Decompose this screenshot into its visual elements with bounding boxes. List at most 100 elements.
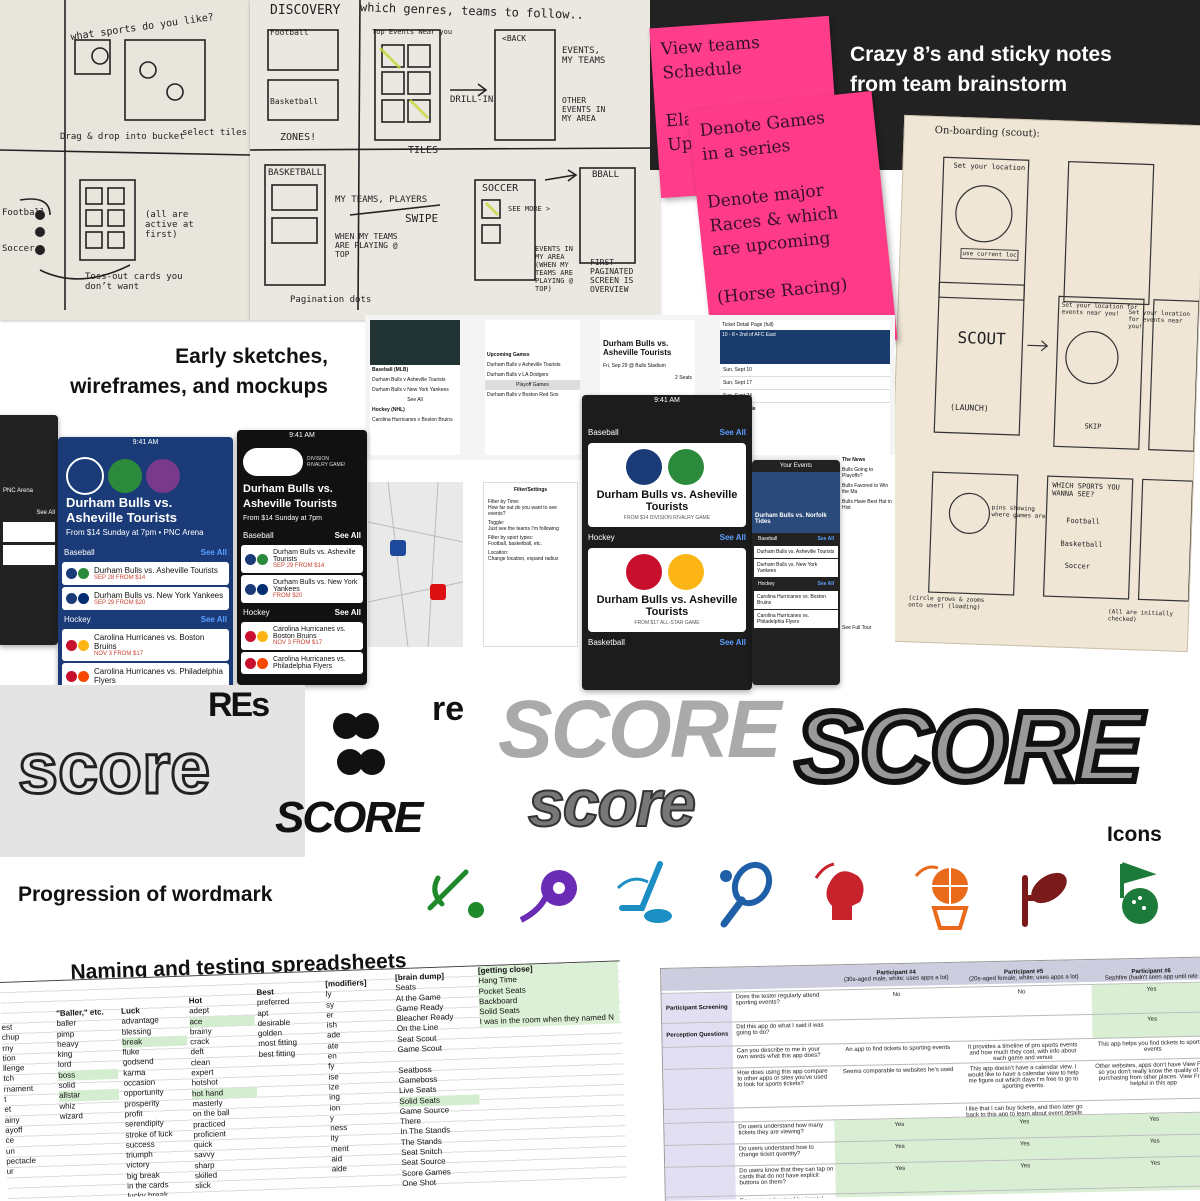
naming-col-4: Best preferred apt desirable golden most fitt… — [256, 986, 323, 1060]
sketch-which-sports: WHICH SPORTS YOU WANNA SEE? — [1052, 481, 1120, 499]
featured-section-basketball: Basketball See All — [582, 635, 752, 650]
wf-see-all[interactable]: See All — [370, 395, 460, 405]
event-card[interactable]: Carolina Hurricanes vs. Boston Bruins NOV… — [62, 629, 229, 661]
ye-row[interactable]: Carolina Hurricanes vs. Boston Bruins — [754, 591, 838, 609]
section-label — [665, 1166, 736, 1198]
see-all-link[interactable]: See All — [201, 548, 227, 557]
black-hero-title: Durham Bulls vs. Asheville Tourists — [243, 483, 337, 510]
naming-cell: One Shot — [402, 1177, 437, 1189]
baseball-icon — [427, 869, 484, 918]
section-label: Perception Questions — [662, 1022, 733, 1048]
event-meta: SEP 28 FROM $14 — [94, 575, 218, 581]
naming-col-5: [modifiers] ly sy er ish ade ate en fy ise ize ing i… — [325, 977, 397, 1175]
event-card[interactable]: Carolina Hurricanes vs. Boston Bruins NOV… — [241, 622, 363, 650]
ye-section-baseball: Baseball See All — [752, 533, 840, 545]
wf-row: Durham Bulls v Asheville Tourists — [372, 377, 446, 383]
ye-row[interactable]: Carolina Hurricanes vs. Philadelphia Fly… — [754, 610, 838, 628]
event-price: FROM $20 — [115, 600, 146, 606]
answer-cell: Seems comparable to websites he’s used — [842, 1066, 954, 1076]
see-all-link[interactable]: See All — [335, 608, 361, 617]
see-all-link[interactable]: See All — [201, 615, 227, 624]
sketch-label-see-more: SEE MORE > — [508, 205, 551, 213]
sketch-football-option: Football — [1066, 516, 1101, 526]
wordmark-re: re — [432, 690, 465, 728]
event-price: FROM $17 — [113, 651, 144, 657]
event-date: SEP 29 — [94, 600, 115, 606]
event-card[interactable]: Durham Bulls vs. New York Yankees FROM $2… — [241, 575, 363, 603]
sketch-label-basketball-caps: BASKETBALL — [268, 168, 323, 178]
see-all-link[interactable]: See All — [720, 428, 746, 437]
see-all-link[interactable]: See All — [818, 536, 835, 542]
see-all-link[interactable]: See All — [818, 581, 835, 587]
sketch-scout: SCOUT — [957, 327, 1007, 349]
naming-cell: lucky break — [127, 1190, 169, 1201]
event-card[interactable]: Durham Bulls vs. New York Yankees SEP 29 … — [62, 587, 229, 610]
sketch-label-zones: ZONES! — [280, 132, 317, 143]
your-events-hero[interactable]: Durham Bulls vs. Norfolk Tides — [752, 472, 840, 533]
sketch-label-when-my-teams: WHEN MY TEAMS ARE PLAYING @ TOP — [335, 232, 398, 259]
sketch-label-football: Football — [270, 28, 309, 37]
wordmark-bold-black: SCORE — [275, 793, 423, 842]
wf-game-record: 10 - 8 • 2nd of AFC East — [722, 332, 776, 338]
wf-row: Durham Bulls v Asheville Tourists — [487, 362, 561, 368]
caption-wordmark: Progression of wordmark — [18, 883, 273, 906]
blue-section-hockey: Hockey See All — [58, 612, 233, 627]
ye-row[interactable]: Durham Bulls vs. New York Yankees — [754, 559, 838, 577]
event-date: SEP 29 — [273, 563, 294, 569]
onboarding-sketch-sheet: On-boarding (scout): Set your location u… — [885, 114, 1200, 653]
wf-news-item: Bulls Favored to Win the Ma — [842, 483, 889, 495]
bulls-logo — [66, 457, 104, 495]
ye-section-hockey: Hockey See All — [752, 578, 840, 590]
crazy8-sketch-sheet-right: DISCOVERY which genres, teams to follow.… — [249, 0, 661, 320]
partial-see-all[interactable]: See All — [0, 507, 58, 519]
map-pin-hurricanes[interactable] — [430, 584, 446, 600]
see-all-link[interactable]: See All — [335, 531, 361, 540]
event-card[interactable]: Carolina Hurricanes vs. Philadelphia Fly… — [241, 652, 363, 674]
black-section-baseball: Baseball See All — [237, 528, 367, 543]
see-all-link[interactable]: See All — [720, 638, 746, 647]
featured-card-hockey[interactable]: Durham Bulls vs. Asheville Tourists FROM… — [588, 548, 746, 632]
opponent-logo — [146, 459, 180, 493]
see-all-link[interactable]: See All — [720, 533, 746, 542]
event-price: FROM $17 — [292, 640, 323, 646]
blue-hero[interactable]: Durham Bulls vs. Asheville Tourists From… — [58, 449, 233, 545]
team-logos — [594, 449, 740, 485]
question: Do users know that they can tap on cards… — [739, 1166, 834, 1187]
event-card[interactable]: Durham Bulls vs. Asheville Tourists SEP 2… — [241, 545, 363, 573]
onboarding-sketch-drawing — [928, 156, 1200, 602]
event-meta: FROM $20 — [273, 593, 359, 599]
sketch-label-bball: BBALL — [592, 170, 620, 180]
sketch-label-top-events: Top Events Near you — [372, 28, 453, 36]
wf-see-full-tour[interactable]: See Full Tour — [840, 623, 895, 633]
section-label — [664, 1122, 735, 1146]
crazy8-sketch-sheet-left: what sports do you like? Drag & drop int… — [0, 0, 251, 320]
event-price: FROM $20 — [273, 593, 303, 599]
sketch-skip: SKIP — [1084, 422, 1102, 431]
wf-ticket-page-label: Ticket Detail Page (full) — [722, 322, 774, 328]
sketch-set-loc-events-2: Set your location for events near you! — [1127, 308, 1191, 331]
black-hero[interactable]: DIVISION RIVALRY GAME! Durham Bulls vs. … — [237, 442, 367, 528]
answer-cell: This app helps you find tickets to sport… — [1097, 1039, 1200, 1053]
naming-spreadsheet: est chup rny tion llenge tch rnament t et ainy ayo… — [0, 960, 628, 1201]
section-label: Baseball — [243, 531, 274, 540]
basketball-icon — [914, 865, 969, 930]
sketch-label-drag-drop: Drag & drop into bucket — [60, 132, 185, 142]
blue-section-baseball: Baseball See All — [58, 545, 233, 560]
tourists-logo — [108, 459, 142, 493]
event-title: Carolina Hurricanes vs. Boston Bruins — [273, 626, 346, 640]
featured-card-baseball[interactable]: Durham Bulls vs. Asheville Tourists FROM… — [588, 443, 746, 527]
sketch-label-my-teams-players: MY TEAMS, PLAYERS — [335, 195, 428, 205]
sketch-label-football: Football — [2, 208, 46, 218]
black-hero-sub: From $14 Sunday at 7pm — [243, 515, 322, 522]
wireframe-filter: Filter/Settings Filter by Time: How far … — [483, 482, 578, 647]
event-title: Carolina Hurricanes vs. Boston Bruins — [94, 633, 205, 651]
sketch-label-events-in-area: EVENTS IN MY AREA (WHEN MY TEAMS ARE PLA… — [535, 245, 573, 293]
wf-filter-line: Football, basketball, etc. — [488, 541, 542, 547]
ye-row[interactable]: Durham Bulls vs. Asheville Tourists — [754, 546, 838, 558]
event-title: Carolina Hurricanes vs. Philadelphia Fly… — [273, 656, 346, 670]
featured-card-title: Durham Bulls vs. Asheville Tourists — [596, 594, 738, 618]
sketch-use-current: use current loc — [960, 247, 1019, 261]
event-card[interactable]: Durham Bulls vs. Asheville Tourists SEP 2… — [62, 562, 229, 585]
wf-date: Sun, Sept 10 — [720, 364, 890, 377]
map-pin-bulls[interactable] — [390, 540, 406, 556]
